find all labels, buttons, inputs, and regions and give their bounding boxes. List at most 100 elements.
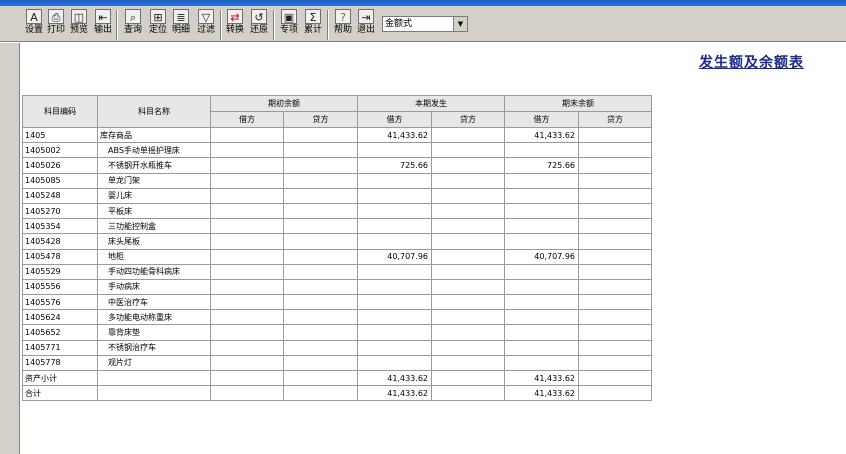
amount-cell[interactable]: [210, 354, 284, 372]
amount-cell[interactable]: 41,433.62: [357, 126, 432, 144]
amount-cell[interactable]: [210, 172, 284, 189]
amount-cell[interactable]: [357, 339, 432, 356]
amount-cell[interactable]: [504, 172, 579, 189]
account-name-cell[interactable]: 库存商品: [97, 126, 211, 144]
account-code-cell[interactable]: 1405248: [22, 187, 98, 204]
account-name-cell[interactable]: 三功能控制盒: [97, 218, 211, 235]
amount-cell[interactable]: [504, 142, 579, 159]
amount-cell[interactable]: [504, 354, 579, 372]
help-button[interactable]: ? 帮助: [333, 9, 353, 41]
amount-cell[interactable]: [357, 263, 432, 280]
amount-cell[interactable]: [504, 294, 579, 311]
amount-cell[interactable]: [283, 233, 358, 250]
settings-button[interactable]: A 设置: [24, 9, 44, 41]
account-name-cell[interactable]: [97, 369, 211, 387]
header-account-code[interactable]: 科目编码: [22, 95, 98, 128]
amount-cell[interactable]: [210, 294, 284, 311]
subtotal-row-label[interactable]: 资产小计: [22, 369, 98, 387]
account-name-cell[interactable]: 床头尾板: [97, 233, 211, 250]
header-account-name[interactable]: 科目名称: [97, 95, 211, 128]
cumulative-button[interactable]: Σ 累计: [303, 9, 323, 41]
amount-cell[interactable]: [357, 278, 432, 296]
amount-cell[interactable]: 41,433.62: [504, 369, 579, 387]
account-name-cell[interactable]: 单龙门架: [97, 172, 211, 189]
amount-cell[interactable]: [210, 218, 284, 235]
amount-cell[interactable]: 40,707.96: [357, 248, 432, 265]
amount-cell[interactable]: [504, 278, 579, 296]
table-row[interactable]: 1405556 手动病床: [22, 278, 652, 296]
amount-cell[interactable]: [210, 309, 284, 326]
amount-cell[interactable]: [431, 324, 505, 341]
amount-cell[interactable]: 725.66: [357, 157, 432, 174]
amount-cell[interactable]: [283, 187, 358, 204]
amount-cell[interactable]: [578, 278, 652, 296]
chevron-down-icon[interactable]: ▼: [453, 17, 467, 31]
amount-cell[interactable]: [578, 233, 652, 250]
amount-cell[interactable]: 41,433.62: [504, 126, 579, 144]
filter-button[interactable]: ▽ 过滤: [196, 9, 216, 41]
amount-cell[interactable]: [357, 218, 432, 235]
amount-cell[interactable]: [431, 157, 505, 174]
amount-cell[interactable]: [578, 142, 652, 159]
amount-cell[interactable]: [578, 172, 652, 189]
amount-cell[interactable]: [431, 385, 505, 402]
account-name-cell[interactable]: 多功能电动称重床: [97, 309, 211, 326]
print-button[interactable]: ⎙ 打印: [46, 9, 66, 41]
amount-cell[interactable]: [504, 187, 579, 204]
amount-cell[interactable]: [578, 339, 652, 356]
amount-cell[interactable]: [431, 202, 505, 220]
account-name-cell[interactable]: 平板床: [97, 202, 211, 220]
amount-cell[interactable]: [504, 263, 579, 280]
amount-cell[interactable]: [431, 142, 505, 159]
amount-cell[interactable]: [210, 263, 284, 280]
table-row[interactable]: 1405085 单龙门架: [22, 172, 652, 189]
table-row[interactable]: 1405778 观片灯: [22, 354, 652, 372]
account-code-cell[interactable]: 1405354: [22, 218, 98, 235]
amount-cell[interactable]: [283, 126, 358, 144]
subtotal-row[interactable]: 资产小计 41,433.62 41,433.62: [22, 369, 652, 387]
amount-cell[interactable]: [578, 263, 652, 280]
amount-cell[interactable]: [210, 187, 284, 204]
amount-cell[interactable]: [431, 248, 505, 265]
amount-cell[interactable]: [578, 126, 652, 144]
table-row[interactable]: 1405002 ABS手动单摇护理床: [22, 142, 652, 159]
amount-cell[interactable]: [431, 309, 505, 326]
amount-cell[interactable]: [504, 233, 579, 250]
amount-cell[interactable]: [210, 126, 284, 144]
table-row[interactable]: 1405248 婴儿床: [22, 187, 652, 204]
amount-cell[interactable]: [210, 339, 284, 356]
amount-cell[interactable]: [210, 142, 284, 159]
account-name-cell[interactable]: 靠背床垫: [97, 324, 211, 341]
amount-cell[interactable]: [578, 309, 652, 326]
amount-cell[interactable]: [578, 218, 652, 235]
table-row[interactable]: 1405026 不锈钢开水瓶推车 725.66 725.66: [22, 157, 652, 174]
account-name-cell[interactable]: 不锈钢治疗车: [97, 339, 211, 356]
amount-cell[interactable]: [210, 157, 284, 174]
amount-cell[interactable]: [357, 324, 432, 341]
amount-cell[interactable]: [578, 369, 652, 387]
table-row[interactable]: 1405529 手动四功能骨科病床: [22, 263, 652, 280]
amount-cell[interactable]: [504, 309, 579, 326]
account-code-cell[interactable]: 1405624: [22, 309, 98, 326]
locate-button[interactable]: ⊞ 定位: [148, 9, 168, 41]
account-name-cell[interactable]: 婴儿床: [97, 187, 211, 204]
amount-cell[interactable]: [283, 354, 358, 372]
amount-cell[interactable]: [431, 339, 505, 356]
amount-cell[interactable]: [283, 339, 358, 356]
amount-cell[interactable]: [357, 294, 432, 311]
amount-cell[interactable]: [504, 218, 579, 235]
account-code-cell[interactable]: 1405529: [22, 263, 98, 280]
account-code-cell[interactable]: 1405270: [22, 202, 98, 220]
amount-cell[interactable]: [504, 324, 579, 341]
amount-cell[interactable]: [283, 369, 358, 387]
format-select[interactable]: 金额式 ▼: [382, 16, 468, 32]
account-name-cell[interactable]: 手动病床: [97, 278, 211, 296]
amount-cell[interactable]: [578, 157, 652, 174]
amount-cell[interactable]: [357, 309, 432, 326]
amount-cell[interactable]: 41,433.62: [357, 385, 432, 402]
table-row[interactable]: 1405428 床头尾板: [22, 233, 652, 250]
amount-cell[interactable]: [431, 126, 505, 144]
amount-cell[interactable]: [283, 278, 358, 296]
amount-cell[interactable]: [283, 324, 358, 341]
table-row[interactable]: 1405624 多功能电动称重床: [22, 309, 652, 326]
